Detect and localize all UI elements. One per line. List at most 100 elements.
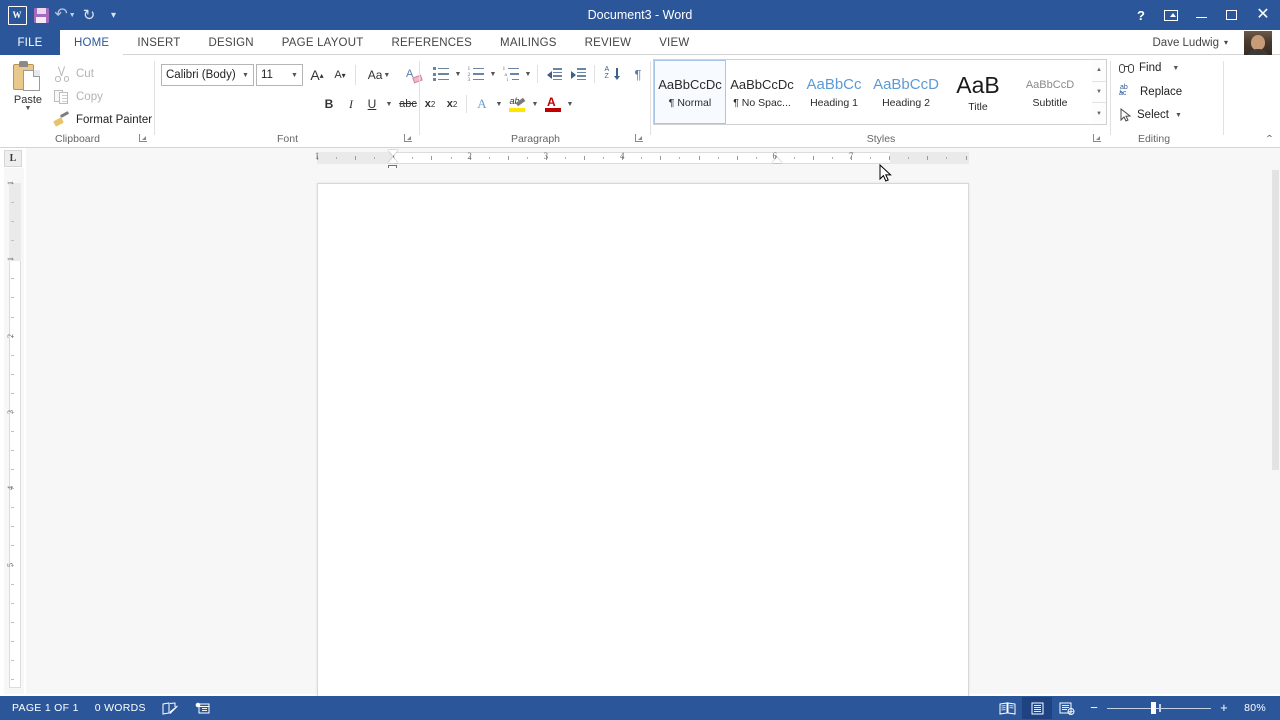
format-painter-button[interactable]: Format Painter [50,109,152,130]
paragraph-dialog-launcher[interactable] [634,133,645,144]
zoom-out-button[interactable]: − [1090,701,1098,714]
bullets-dropdown[interactable]: ▼ [452,63,463,85]
print-layout-button[interactable] [1022,697,1053,719]
tab-insert[interactable]: INSERT [123,30,194,55]
clipboard-dialog-launcher[interactable] [138,133,149,144]
show-formatting-marks-button[interactable]: ¶ [627,63,649,85]
proofing-errors-icon[interactable] [162,701,179,715]
styles-more-button[interactable]: ▼ [1092,103,1106,124]
increase-indent-button[interactable] [566,63,590,85]
tab-design[interactable]: DESIGN [194,30,267,55]
help-icon[interactable]: ? [1126,0,1156,30]
bullets-button[interactable] [430,63,452,85]
tab-references[interactable]: REFERENCES [377,30,486,55]
tab-review[interactable]: REVIEW [571,30,646,55]
font-size-value: 11 [261,69,273,81]
chevron-down-icon: ▾ [1223,38,1228,47]
italic-button[interactable]: I [340,93,362,115]
numbering-button[interactable]: 1 2 3 [465,63,487,85]
tab-label: INSERT [137,36,181,49]
scrollbar-thumb[interactable] [1272,170,1279,470]
document-canvas[interactable] [26,168,1280,720]
account-menu[interactable]: Dave Ludwig ▾ [1153,30,1229,55]
collapse-ribbon-button[interactable]: ⌃ [1265,133,1274,144]
ribbon-display-options-icon[interactable] [1156,0,1186,30]
sort-button[interactable]: A Z [599,63,623,85]
zoom-in-button[interactable]: + [1220,701,1228,714]
ruler-tick [946,157,948,159]
group-styles: AaBbCcDc ¶ Normal AaBbCcDc ¶ No Spac... AaBb… [651,55,1111,148]
change-case-label: Aa [367,68,383,82]
chevron-down-icon[interactable]: ▼ [287,72,302,79]
hanging-indent-marker[interactable] [388,157,398,163]
web-layout-button[interactable] [1052,697,1082,719]
style-item-heading-1[interactable]: AaBbCc Heading 1 [798,60,870,124]
maximize-icon[interactable] [1216,0,1246,30]
font-name-input[interactable]: Calibri (Body) ▼ [161,64,254,86]
paste-button[interactable]: Paste ▼ [8,59,48,125]
style-item-subtitle[interactable]: AaBbCcD Subtitle [1014,60,1086,124]
group-label-font: Font [276,133,298,145]
find-button[interactable]: Find ▼ [1119,62,1179,74]
numbering-dropdown[interactable]: ▼ [487,63,498,85]
underline-button[interactable]: U [362,93,382,115]
style-item-heading-2[interactable]: AaBbCcD Heading 2 [870,60,942,124]
styles-scroll-down-button[interactable]: ▼ [1092,82,1106,104]
chevron-down-icon[interactable]: ▼ [238,72,253,79]
cut-button[interactable]: Cut [50,63,94,84]
ruler-tick [679,157,681,159]
horizontal-ruler[interactable]: 1123467 [26,148,1280,171]
page-count-status[interactable]: PAGE 1 OF 1 [12,702,79,714]
document-page[interactable] [317,183,969,720]
style-item-title[interactable]: AaB Title [942,60,1014,124]
chevron-down-icon[interactable]: ▼ [1172,65,1179,72]
strikethrough-button[interactable]: abc [396,93,420,115]
styles-dialog-launcher[interactable] [1092,133,1103,144]
read-mode-button[interactable] [992,697,1022,719]
vertical-ruler[interactable]: 1 1 2 3 4 5 [4,168,24,694]
zoom-track[interactable] [1107,702,1212,714]
tab-home[interactable]: HOME [60,30,124,55]
ruler-tick [11,507,14,509]
ruler-tick [11,640,14,642]
tab-stop-selector[interactable]: L [4,150,22,167]
word-count-status[interactable]: 0 WORDS [95,702,146,714]
shrink-font-button[interactable]: A ▾ [329,63,351,87]
zoom-slider[interactable]: − + [1090,701,1228,714]
style-preview: AaBbCcD [1025,78,1075,91]
zoom-slider-handle[interactable] [1151,702,1157,714]
zoom-level-label[interactable]: 80% [1236,702,1266,714]
style-item-no-spac[interactable]: AaBbCcDc ¶ No Spac... [726,60,798,124]
chevron-down-icon[interactable]: ▼ [25,105,32,112]
grow-font-button[interactable]: A ▴ [306,63,328,87]
tab-view[interactable]: VIEW [645,30,703,55]
vertical-scrollbar[interactable] [1271,168,1280,694]
decrease-indent-button[interactable] [542,63,566,85]
select-button[interactable]: Select ▼ [1119,107,1182,122]
right-indent-marker[interactable] [772,157,782,163]
underline-dropdown[interactable]: ▼ [382,93,395,115]
font-dialog-launcher[interactable] [403,133,414,144]
copy-button[interactable]: Copy [50,86,103,107]
tab-label: MAILINGS [500,36,557,49]
replace-button[interactable]: ab ac ↳ Replace [1119,84,1182,98]
multilevel-dropdown[interactable]: ▼ [522,63,533,85]
multilevel-list-button[interactable]: 1 a i [500,63,522,85]
change-case-button[interactable]: Aa ▼ [360,63,398,87]
tab-mailings[interactable]: MAILINGS [486,30,571,55]
bold-button[interactable]: B [318,93,340,115]
close-icon[interactable]: ✕ [1246,0,1280,30]
styles-scroll-up-button[interactable]: ▲ [1092,60,1106,82]
font-size-input[interactable]: 11 ▼ [256,64,303,86]
group-label-clipboard: Clipboard [55,133,100,145]
minimize-icon[interactable] [1186,0,1216,30]
style-name: Subtitle [1032,96,1068,109]
macro-recording-icon[interactable] [195,702,210,715]
chevron-down-icon[interactable]: ▼ [1175,112,1182,119]
style-item-normal[interactable]: AaBbCcDc ¶ Normal [654,60,726,124]
tab-file[interactable]: FILE [0,30,60,55]
ruler-tick [526,157,528,159]
scissors-icon [54,66,70,82]
tab-page-layout[interactable]: PAGE LAYOUT [268,30,378,55]
first-line-indent-marker[interactable] [388,150,398,156]
